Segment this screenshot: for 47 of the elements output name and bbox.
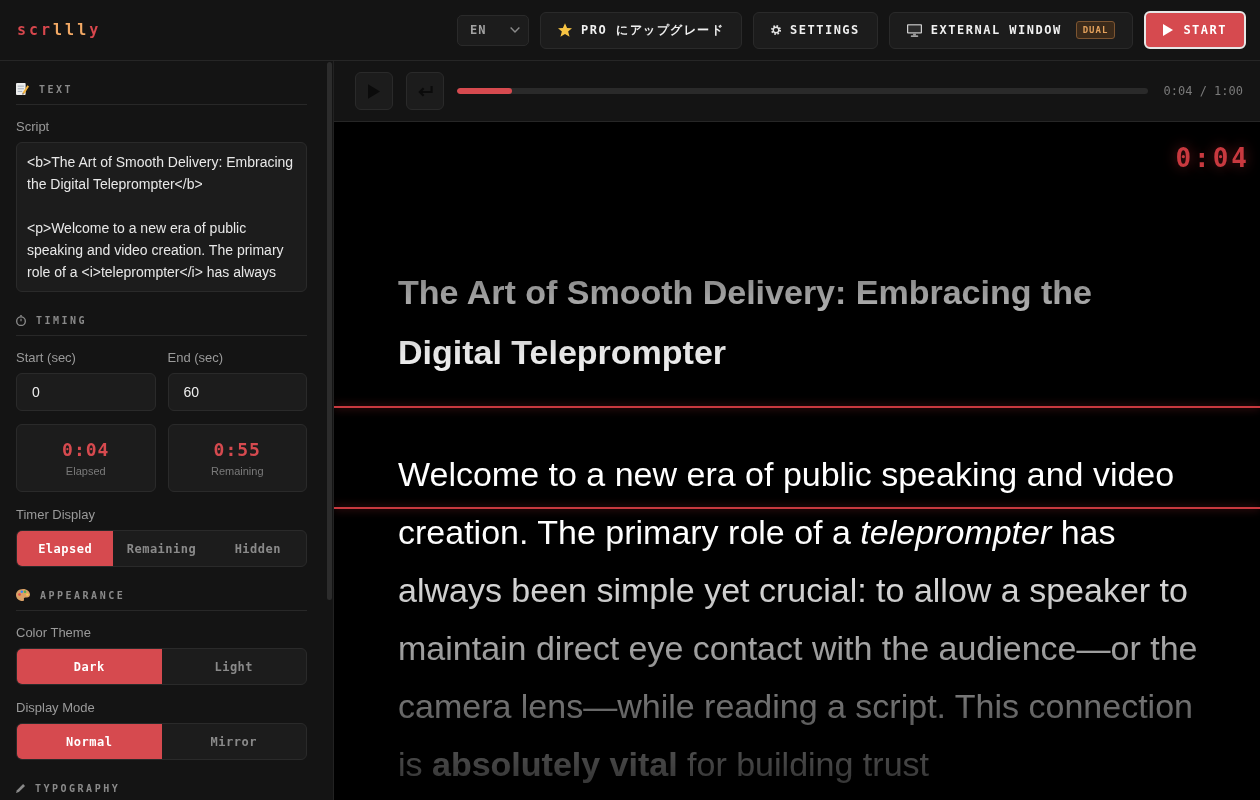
section-heading: TEXT (39, 83, 74, 95)
section-heading: TIMING (36, 314, 88, 326)
prompter-timer: 0:04 (1175, 143, 1250, 173)
field-label: End (sec) (167, 349, 225, 367)
palette-icon (16, 589, 30, 601)
language-select[interactable]: EN (457, 14, 530, 46)
stat-value: 0:55 (213, 439, 261, 460)
section-heading: TYPOGRAPHY (35, 782, 121, 794)
play-button[interactable] (355, 72, 393, 110)
field-label: Timer Display (16, 506, 96, 524)
scrollbar-thumb[interactable] (327, 62, 332, 600)
stat-label: Remaining (210, 465, 264, 477)
external-window-button[interactable]: EXTERNAL WINDOW DUAL (888, 11, 1134, 49)
number-field[interactable]: 60 (167, 373, 307, 411)
notepad-pencil-icon (16, 83, 29, 95)
segment-option[interactable]: Normal (17, 724, 162, 759)
field-label: Start (sec) (16, 349, 77, 367)
field-label: Color Theme (16, 624, 92, 642)
start-button[interactable]: START (1144, 11, 1246, 49)
stat-label: Elapsed (65, 465, 106, 477)
segment-option[interactable]: Hidden (209, 531, 306, 566)
clock-icon (16, 314, 26, 326)
monitor-icon (906, 23, 922, 37)
settings-button[interactable]: SETTINGS (753, 11, 878, 49)
settings-icon (771, 25, 781, 35)
field-label: Display Mode (16, 699, 96, 717)
chevron-down-icon (510, 27, 521, 33)
pencil-icon (16, 783, 25, 793)
script-paragraph: Welcome to a new era of public speaking and video creation. The primary role of a teleprompter has always been simple yet crucial: to allow a speaker to maintain direct eye contact with the audience—or the camera lens—while reading a script. This connection is absolutely vital for building trust (398, 454, 1199, 785)
script-textarea[interactable]: <b>The Art of Smooth Delivery: Embracing the Digital Teleprompter</b> <p>Welcome to a new era of public speaking and video creation. The primary role of a <i>teleprompter</i> has always (16, 142, 307, 292)
section-heading: APPEARANCE (40, 589, 126, 601)
script-title: The Art of Smooth Delivery: Embracing the Digital Teleprompter (398, 272, 1093, 373)
segment-option[interactable]: Light (161, 649, 306, 684)
segment-option[interactable]: Mirror (161, 724, 306, 759)
segment-option[interactable]: Remaining (113, 531, 210, 566)
number-field[interactable]: 0 (16, 373, 156, 411)
star-icon (558, 23, 573, 37)
upgrade-button[interactable]: PRO にアップグレード (540, 11, 742, 49)
feature-badge: DUAL (1075, 21, 1116, 39)
segment-option[interactable]: Dark (17, 649, 162, 684)
segment-option[interactable]: Elapsed (17, 531, 114, 566)
time-readout: 0:04 / 1:00 (1163, 84, 1243, 98)
return-button[interactable] (406, 72, 444, 110)
field-label: Script (16, 118, 51, 136)
progress-track[interactable] (457, 88, 1148, 94)
stat-value: 0:04 (62, 439, 110, 460)
play-icon (1163, 24, 1174, 36)
